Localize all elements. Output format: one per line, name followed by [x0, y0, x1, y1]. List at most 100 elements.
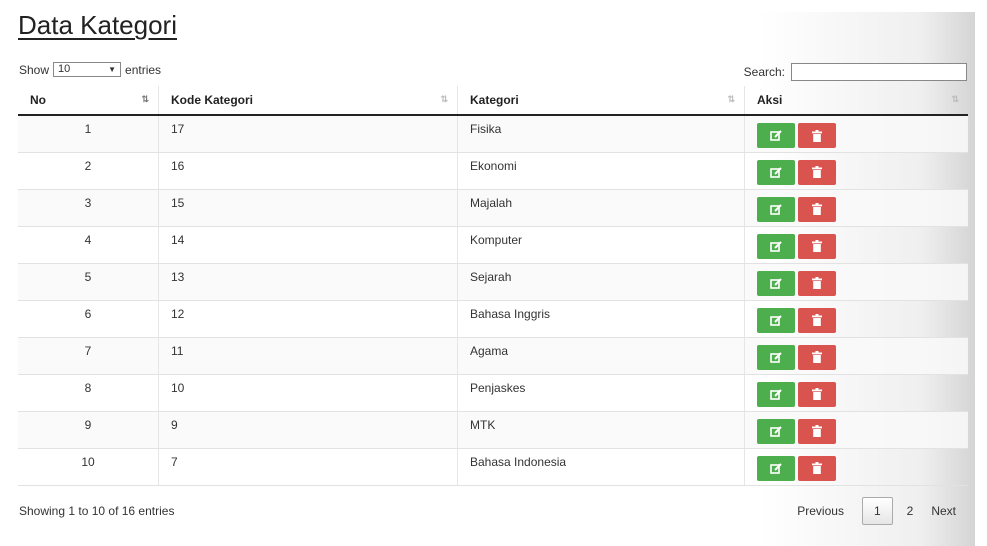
cell-no: 3: [18, 189, 159, 227]
pagination-next[interactable]: Next: [922, 498, 965, 524]
cell-no: 8: [18, 374, 159, 412]
table-row: 4 14 Komputer: [18, 226, 968, 264]
table-row: 7 11 Agama: [18, 337, 968, 375]
cell-kategori: Majalah: [457, 189, 745, 227]
edit-button[interactable]: [757, 233, 795, 259]
cell-no: 9: [18, 411, 159, 449]
delete-button[interactable]: [798, 455, 836, 481]
edit-button[interactable]: [757, 344, 795, 370]
edit-icon: [769, 462, 783, 474]
table-row: 3 15 Majalah: [18, 189, 968, 227]
pagination-page-2[interactable]: 2: [898, 498, 923, 524]
entries-select-value: 10: [58, 63, 71, 75]
table-header-row: No ⇅ Kode Kategori ⇅ Kategori ⇅ Aksi ⇅: [18, 86, 968, 116]
edit-button[interactable]: [757, 381, 795, 407]
cell-kode-kategori: 11: [158, 337, 458, 375]
cell-kategori: Fisika: [457, 115, 745, 153]
delete-button[interactable]: [798, 381, 836, 407]
column-header-label: Kode Kategori: [171, 93, 254, 107]
edit-button[interactable]: [757, 196, 795, 222]
edit-icon: [769, 388, 783, 400]
trash-icon: [812, 277, 822, 289]
chevron-down-icon: ▼: [108, 65, 117, 74]
delete-button[interactable]: [798, 196, 836, 222]
cell-kode-kategori: 7: [158, 448, 458, 486]
edit-button[interactable]: [757, 270, 795, 296]
sort-icon: ⇅: [727, 94, 734, 104]
edit-icon: [769, 166, 783, 178]
table-row: 9 9 MTK: [18, 411, 968, 449]
column-header-label: Kategori: [470, 93, 519, 107]
cell-no: 7: [18, 337, 159, 375]
edit-icon: [769, 314, 783, 326]
column-header-label: No: [30, 93, 46, 107]
trash-icon: [812, 351, 822, 363]
trash-icon: [812, 462, 822, 474]
delete-button[interactable]: [798, 159, 836, 185]
cell-aksi: [744, 337, 968, 375]
cell-aksi: [744, 263, 968, 301]
cell-no: 1: [18, 115, 159, 153]
trash-icon: [812, 166, 822, 178]
pagination: Previous 1 2 Next: [788, 497, 965, 525]
edit-button[interactable]: [757, 307, 795, 333]
delete-button[interactable]: [798, 123, 836, 148]
delete-button[interactable]: [798, 233, 836, 259]
cell-aksi: [744, 374, 968, 412]
search-control: Search:: [744, 63, 967, 81]
edit-icon: [769, 277, 783, 289]
cell-kode-kategori: 15: [158, 189, 458, 227]
pagination-page-1[interactable]: 1: [861, 497, 893, 525]
cell-kategori: Sejarah: [457, 263, 745, 301]
search-input[interactable]: [791, 63, 967, 81]
column-header-kategori[interactable]: Kategori ⇅: [457, 86, 745, 116]
sort-icon: ⇅: [951, 94, 958, 104]
cell-aksi: [744, 115, 968, 153]
edit-icon: [769, 130, 783, 141]
cell-kategori: Bahasa Indonesia: [457, 448, 745, 486]
pagination-previous[interactable]: Previous: [788, 498, 853, 524]
cell-no: 10: [18, 448, 159, 486]
cell-kategori: Agama: [457, 337, 745, 375]
cell-kode-kategori: 10: [158, 374, 458, 412]
length-control: Show 10 ▼ entries: [19, 62, 161, 77]
sort-ascending-icon: ⇅: [141, 94, 148, 104]
cell-aksi: [744, 448, 968, 486]
cell-no: 6: [18, 300, 159, 338]
cell-kode-kategori: 13: [158, 263, 458, 301]
delete-button[interactable]: [798, 344, 836, 370]
delete-button[interactable]: [798, 270, 836, 296]
category-table: No ⇅ Kode Kategori ⇅ Kategori ⇅ Aksi ⇅ 1…: [18, 86, 968, 486]
trash-icon: [812, 425, 822, 437]
cell-kategori: Komputer: [457, 226, 745, 264]
table-row: 5 13 Sejarah: [18, 263, 968, 301]
table-row: 10 7 Bahasa Indonesia: [18, 448, 968, 486]
sort-icon: ⇅: [440, 94, 447, 104]
cell-aksi: [744, 226, 968, 264]
edit-button[interactable]: [757, 159, 795, 185]
column-header-no[interactable]: No ⇅: [18, 86, 159, 116]
delete-button[interactable]: [798, 307, 836, 333]
cell-kategori: MTK: [457, 411, 745, 449]
edit-icon: [769, 425, 783, 437]
cell-aksi: [744, 152, 968, 190]
table-row: 6 12 Bahasa Inggris: [18, 300, 968, 338]
column-header-kode-kategori[interactable]: Kode Kategori ⇅: [158, 86, 458, 116]
cell-kode-kategori: 9: [158, 411, 458, 449]
edit-button[interactable]: [757, 455, 795, 481]
column-header-aksi[interactable]: Aksi ⇅: [744, 86, 968, 116]
trash-icon: [812, 388, 822, 400]
cell-no: 2: [18, 152, 159, 190]
cell-no: 5: [18, 263, 159, 301]
trash-icon: [812, 129, 822, 142]
cell-kategori: Bahasa Inggris: [457, 300, 745, 338]
entries-select[interactable]: 10 ▼: [53, 62, 122, 77]
edit-button[interactable]: [757, 123, 795, 148]
edit-button[interactable]: [757, 418, 795, 444]
table-info: Showing 1 to 10 of 16 entries: [19, 504, 175, 518]
trash-icon: [812, 203, 822, 215]
cell-aksi: [744, 300, 968, 338]
table-body: 1 17 Fisika 2 16 Ekonomi 3 15 Majalah 4 14 Komputer…: [18, 115, 968, 486]
delete-button[interactable]: [798, 418, 836, 444]
search-label: Search:: [743, 65, 785, 79]
